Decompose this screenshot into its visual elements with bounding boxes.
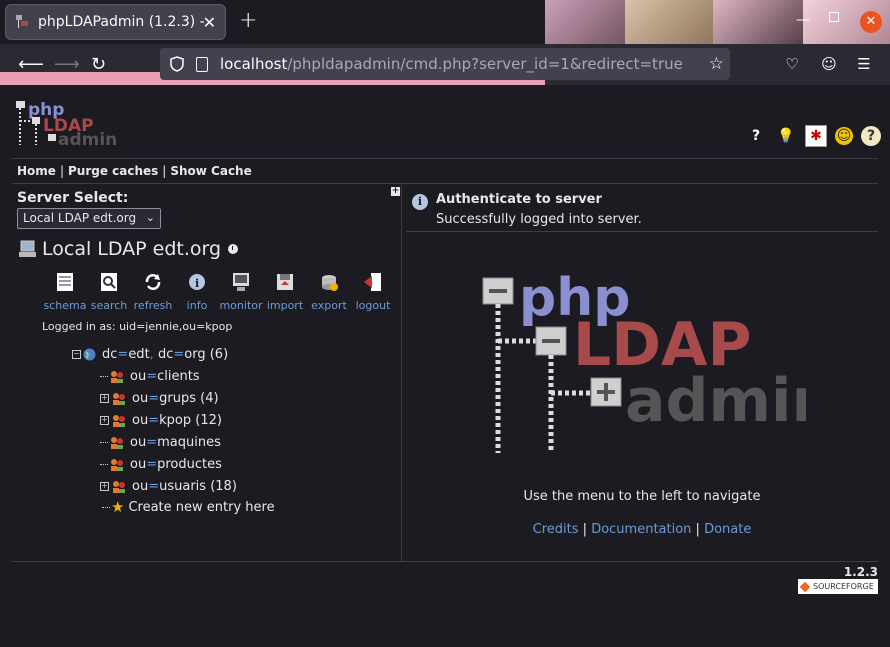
top-icons: ? 💡 ✱ ☺ ?	[745, 125, 881, 147]
svg-text:admin: admin	[625, 366, 806, 436]
action-info[interactable]: i info	[174, 271, 220, 312]
schema-icon	[57, 273, 73, 291]
clock-icon[interactable]	[228, 244, 239, 254]
server-select-label: Server Select:	[17, 190, 129, 206]
right-panel: i Authenticate to server Successfully lo…	[406, 185, 878, 561]
auth-title: Authenticate to server	[436, 192, 602, 207]
menu-home[interactable]: Home	[17, 164, 56, 178]
import-icon	[277, 274, 293, 290]
action-schema[interactable]: schema	[42, 271, 88, 312]
documentation-link[interactable]: Documentation	[591, 522, 691, 537]
action-monitor[interactable]: monitor	[218, 271, 264, 312]
version-label: 1.2.3	[843, 565, 878, 579]
menu-purge-caches[interactable]: Purge caches	[68, 164, 158, 178]
tree-item-kpop[interactable]: + ou = kpop (12)	[100, 411, 222, 429]
chevron-down-icon: ⌄	[145, 211, 155, 224]
sourceforge-badge[interactable]: SOURCEFORGE	[798, 579, 878, 594]
url-text[interactable]: localhost/phpldapadmin/cmd.php?server_id…	[220, 55, 683, 73]
left-panel: + Server Select: Local LDAP edt.org ⌄ Loc…	[12, 185, 402, 561]
navigation-hint: Use the menu to the left to navigate	[523, 489, 761, 504]
help-icon[interactable]: ?	[745, 125, 767, 147]
app-menu-icon[interactable]: ☰	[855, 55, 873, 73]
browser-tab[interactable]: phpLDAPadmin (1.2.3) - ✕	[5, 4, 226, 40]
people-icon	[111, 436, 123, 449]
tracking-shield-icon[interactable]	[170, 56, 184, 72]
smiley-icon[interactable]: ☺	[835, 127, 853, 145]
tree-item-maquines[interactable]: ou = maquines	[100, 433, 225, 451]
monitor-icon	[233, 273, 249, 291]
phpldapadmin-page: php LDAP admin ? 💡 ✱ ☺ ? Home | Purge cach…	[0, 85, 890, 647]
bookmark-star-icon[interactable]: ☆	[709, 54, 724, 74]
server-title: Local LDAP edt.org	[18, 238, 239, 260]
computer-icon	[19, 240, 36, 257]
phpldapadmin-logo-large: php LDAP admin	[482, 273, 806, 453]
logged-in-as: Logged in as: uid=jennie,ou=kpop	[42, 320, 233, 333]
extension-icon[interactable]: ☺	[820, 55, 838, 73]
expand-icon[interactable]: +	[100, 393, 109, 403]
star-icon: ★	[111, 498, 125, 516]
new-tab-icon[interactable]: +	[239, 8, 257, 33]
phpldapadmin-favicon-icon	[16, 15, 28, 28]
tab-title: phpLDAPadmin (1.2.3) -	[38, 14, 205, 30]
lightbulb-icon[interactable]: 💡	[775, 125, 797, 147]
people-icon	[111, 458, 123, 471]
collapse-icon[interactable]: −	[72, 349, 81, 359]
people-icon	[113, 480, 125, 493]
tree-item-clients[interactable]: ou = clients	[100, 367, 204, 385]
info-icon: i	[412, 194, 428, 210]
export-icon	[322, 275, 338, 291]
info-icon: i	[189, 274, 205, 290]
right-divider	[406, 231, 878, 232]
top-menu: Home | Purge caches | Show Cache	[17, 164, 252, 178]
expand-icon[interactable]: +	[100, 415, 109, 425]
tree-item-productes[interactable]: ou = productes	[100, 455, 226, 473]
donate-link[interactable]: Donate	[704, 522, 751, 537]
people-icon	[113, 414, 125, 427]
action-logout[interactable]: logout	[350, 271, 396, 312]
tree-create-entry[interactable]: ★ Create new entry here	[102, 498, 275, 516]
search-icon	[101, 273, 117, 291]
people-icon	[113, 392, 125, 405]
window-maximize-icon[interactable]	[829, 12, 839, 22]
question-icon[interactable]: ?	[861, 126, 881, 146]
menu-show-cache[interactable]: Show Cache	[170, 164, 251, 178]
action-export[interactable]: export	[306, 271, 352, 312]
people-icon	[111, 370, 123, 383]
pocket-icon[interactable]: ♡	[783, 55, 801, 73]
globe-icon	[83, 348, 96, 360]
phpldapadmin-logo-small[interactable]: php LDAP admin	[14, 97, 119, 149]
svg-text:admin: admin	[58, 130, 117, 149]
auth-message: Successfully logged into server.	[436, 212, 642, 227]
refresh-icon	[145, 274, 161, 290]
expand-toggle-icon[interactable]: +	[391, 187, 400, 196]
browser-tab-bar: phpLDAPadmin (1.2.3) - ✕ + — ✕	[0, 0, 890, 85]
header-divider	[12, 158, 878, 159]
expand-icon[interactable]: +	[100, 481, 109, 491]
server-actions: schema search refresh i info monitor imp…	[42, 271, 394, 312]
svg-text:i: i	[195, 277, 199, 290]
tree-root[interactable]: − dc = edt, dc = org (6)	[72, 345, 228, 363]
footer-links: Credits | Documentation | Donate	[532, 522, 752, 537]
credits-link[interactable]: Credits	[533, 522, 579, 537]
action-refresh[interactable]: refresh	[130, 271, 176, 312]
page-info-icon[interactable]	[196, 56, 208, 72]
url-bar[interactable]: localhost/phpldapadmin/cmd.php?server_id…	[160, 48, 730, 80]
bug-icon[interactable]: ✱	[805, 125, 827, 147]
window-close-icon[interactable]: ✕	[860, 11, 882, 33]
window-minimize-icon[interactable]: —	[796, 12, 810, 28]
tree-item-usuaris[interactable]: + ou = usuaris (18)	[100, 477, 237, 495]
action-search[interactable]: search	[86, 271, 132, 312]
tab-close-icon[interactable]: ✕	[203, 13, 216, 32]
server-select[interactable]: Local LDAP edt.org ⌄	[17, 208, 161, 229]
sourceforge-logo-icon	[799, 581, 811, 592]
tree-item-grups[interactable]: + ou = grups (4)	[100, 389, 219, 407]
action-import[interactable]: import	[262, 271, 308, 312]
logout-icon	[364, 273, 381, 291]
menu-divider	[12, 183, 878, 184]
footer-divider	[12, 561, 878, 562]
